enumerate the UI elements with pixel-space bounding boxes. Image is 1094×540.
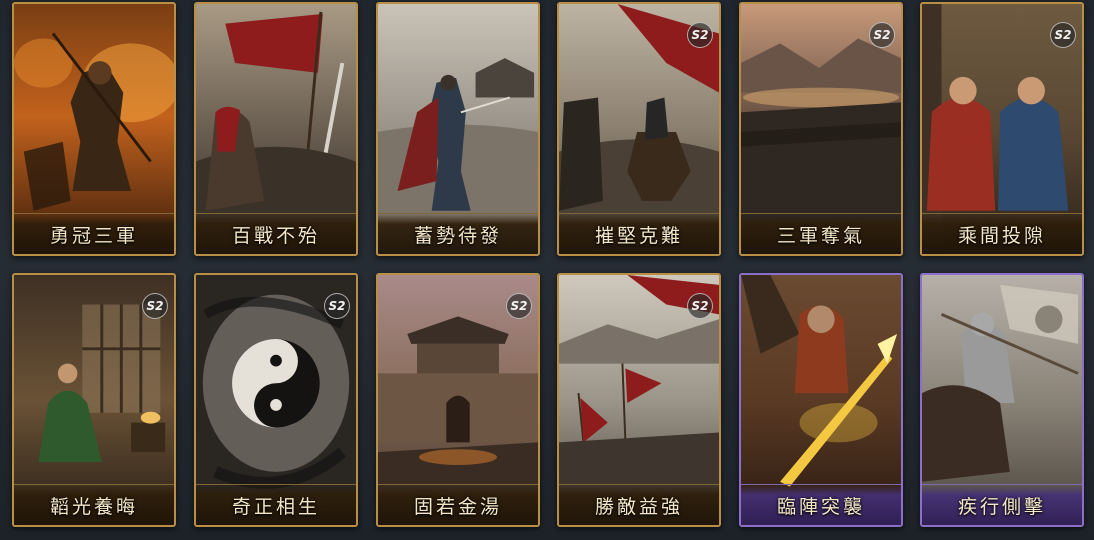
card-name-bar: 疾行側擊 [922,484,1082,525]
card-name: 固若金湯 [413,495,502,518]
card-name: 百戰不殆 [231,224,320,247]
card-name-bar: 摧堅克難 [559,213,719,254]
card-name: 疾行側擊 [957,495,1046,518]
tactic-card-7[interactable]: S2 韜光養晦 [12,273,176,527]
tactic-card-grid: 勇冠三軍 百戰不殆 蓄勢待發 S2 摧堅克難 S2 三軍奪氣 S2 乘間投隙 S… [0,0,1094,540]
card-name-bar: 臨陣突襲 [741,484,901,525]
card-name-bar: 蓄勢待發 [378,213,538,254]
card-name: 奇正相生 [231,495,320,518]
tactic-card-1[interactable]: 勇冠三軍 [12,2,176,256]
tactic-card-3[interactable]: 蓄勢待發 [376,2,540,256]
season-badge: S2 [1050,22,1076,48]
card-name-bar: 勇冠三軍 [14,213,174,254]
card-name-bar: 三軍奪氣 [741,213,901,254]
tactic-card-12[interactable]: 疾行側擊 [920,273,1084,527]
card-name: 摧堅克難 [594,224,683,247]
card-name: 勝敵益強 [594,495,683,518]
card-name: 臨陣突襲 [776,495,865,518]
season-badge: S2 [506,293,532,319]
season-badge: S2 [687,22,713,48]
season-badge: S2 [869,22,895,48]
tactic-card-9[interactable]: S2 固若金湯 [376,273,540,527]
tactic-card-6[interactable]: S2 乘間投隙 [920,2,1084,256]
tactic-card-5[interactable]: S2 三軍奪氣 [739,2,903,256]
card-name-bar: 奇正相生 [196,484,356,525]
card-name-bar: 乘間投隙 [922,213,1082,254]
card-name-bar: 韜光養晦 [14,484,174,525]
card-name-bar: 固若金湯 [378,484,538,525]
season-badge: S2 [324,293,350,319]
card-name: 乘間投隙 [957,224,1046,247]
card-name-bar: 百戰不殆 [196,213,356,254]
tactic-card-8[interactable]: S2 奇正相生 [194,273,358,527]
tactic-card-11[interactable]: 臨陣突襲 [739,273,903,527]
season-badge: S2 [142,293,168,319]
tactic-card-10[interactable]: S2 勝敵益強 [557,273,721,527]
tactic-card-2[interactable]: 百戰不殆 [194,2,358,256]
card-name: 蓄勢待發 [413,224,502,247]
tactic-card-4[interactable]: S2 摧堅克難 [557,2,721,256]
card-name: 韜光養晦 [49,495,138,518]
card-name: 三軍奪氣 [776,224,865,247]
card-name: 勇冠三軍 [49,224,138,247]
season-badge: S2 [687,293,713,319]
card-name-bar: 勝敵益強 [559,484,719,525]
